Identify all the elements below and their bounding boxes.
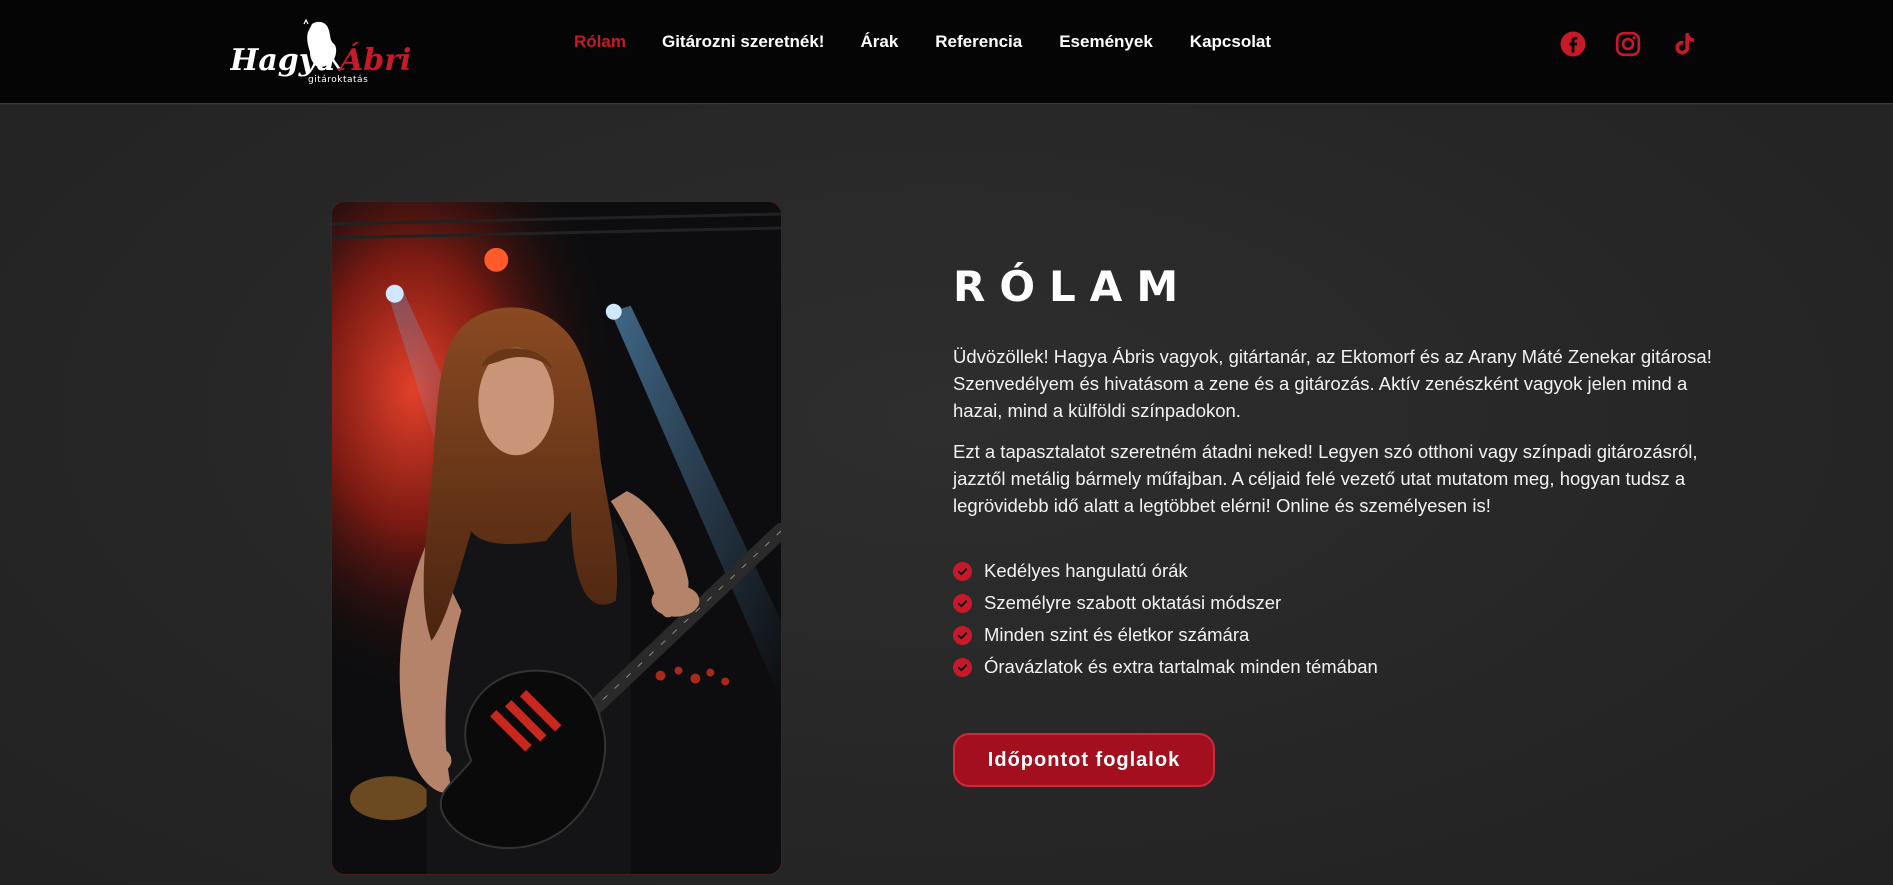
nav-item-gitarozni[interactable]: Gitározni szeretnék!: [662, 31, 825, 53]
check-circle-icon: [953, 625, 972, 645]
feature-item: Minden szint és életkor számára: [953, 619, 1723, 651]
feature-label: Személyre szabott oktatási módszer: [984, 592, 1282, 613]
logo-name-right: Ábris: [337, 42, 410, 78]
about-paragraph-1: Üdvözöllek! Hagya Ábris vagyok, gitártan…: [953, 346, 1712, 421]
guitarist-photo: [331, 201, 782, 875]
feature-item: Óravázlatok és extra tartalmak minden té…: [953, 651, 1723, 683]
logo-tagline: gitároktatás: [308, 75, 368, 85]
check-circle-icon: [953, 593, 972, 613]
facebook-icon[interactable]: [1559, 30, 1587, 58]
nav-item-esemenyek[interactable]: Események: [1059, 31, 1153, 53]
about-content: RÓLAM Üdvözöllek! Hagya Ábris vagyok, gi…: [953, 255, 1723, 683]
site-logo[interactable]: Hagya Ábris gitároktatás: [229, 18, 428, 86]
nav-item-arak[interactable]: Árak: [860, 31, 898, 53]
logo-name-left: Hagya: [230, 43, 336, 78]
feature-list: Kedélyes hangulatú órák Személyre szabot…: [953, 555, 1723, 683]
feature-label: Óravázlatok és extra tartalmak minden té…: [984, 656, 1378, 677]
feature-label: Kedélyes hangulatú órák: [984, 560, 1188, 581]
instagram-icon[interactable]: [1614, 30, 1642, 58]
nav-item-kapcsolat[interactable]: Kapcsolat: [1190, 31, 1271, 53]
site-header: Hagya Ábris gitároktatás Rólam Gitározni…: [0, 0, 1893, 104]
about-paragraph-2: Ezt a tapasztalatot szeretném átadni nek…: [953, 441, 1698, 516]
feature-label: Minden szint és életkor számára: [984, 624, 1250, 645]
book-appointment-button[interactable]: Időpontot foglalok: [953, 733, 1215, 787]
check-circle-icon: [953, 657, 972, 677]
main-nav: Rólam Gitározni szeretnék! Árak Referenc…: [574, 31, 1271, 53]
tiktok-icon[interactable]: [1670, 30, 1698, 58]
feature-item: Kedélyes hangulatú órák: [953, 555, 1723, 587]
feature-item: Személyre szabott oktatási módszer: [953, 587, 1723, 619]
check-circle-icon: [953, 561, 972, 581]
section-title: RÓLAM: [953, 262, 1193, 311]
nav-item-referencia[interactable]: Referencia: [935, 31, 1022, 53]
nav-item-rolam[interactable]: Rólam: [574, 31, 626, 53]
